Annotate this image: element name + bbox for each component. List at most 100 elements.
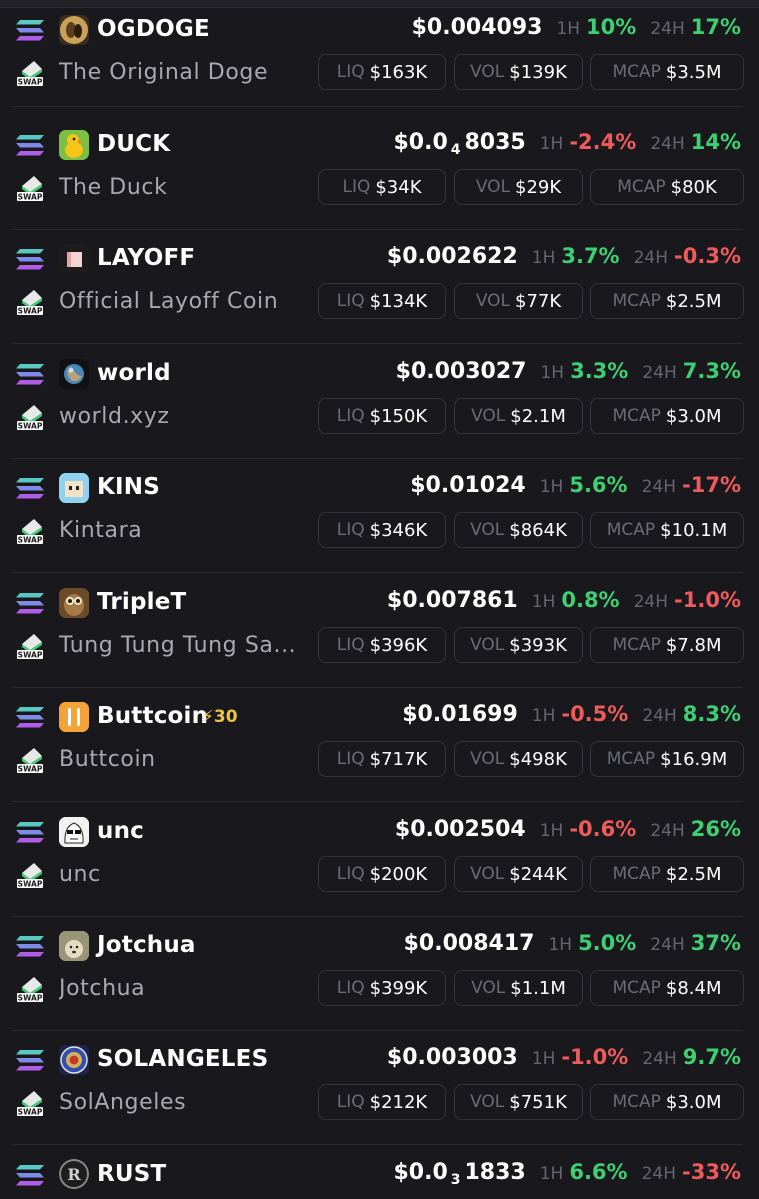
- swap-icon[interactable]: SWAP: [15, 515, 45, 545]
- price-line: $0.007861 1H 0.8% 24H -1.0%: [387, 588, 741, 613]
- timeframe-1h-label: 1H: [539, 1164, 564, 1184]
- token-name: Official Layoff Coin: [59, 289, 279, 314]
- token-ticker: OGDOGE: [97, 16, 210, 42]
- swap-icon[interactable]: SWAP: [15, 744, 45, 774]
- swap-label: SWAP: [18, 421, 43, 430]
- vol-value: $1.1M: [510, 977, 566, 999]
- swap-icon[interactable]: SWAP: [15, 172, 45, 202]
- timeframe-24h-label: 24H: [633, 248, 669, 268]
- volume-pill: VOL $864K: [454, 512, 583, 548]
- liquidity-pill: LIQ $396K: [318, 627, 446, 663]
- swap-icon[interactable]: SWAP: [15, 286, 45, 316]
- liq-label: LIQ: [336, 978, 365, 998]
- volume-pill: VOL $1.1M: [454, 970, 583, 1006]
- price-digits: 8035: [464, 130, 526, 155]
- solana-icon: [16, 822, 44, 843]
- swap-icon[interactable]: SWAP: [15, 401, 45, 431]
- change-1h: 0.8%: [561, 588, 620, 612]
- swap-label: SWAP: [18, 192, 43, 201]
- token-price: $0.0 4 8035: [393, 130, 525, 158]
- timeframe-1h-label: 1H: [539, 821, 564, 841]
- token-ticker: SOLANGELES: [97, 1046, 269, 1072]
- timeframe-24h-label: 24H: [633, 592, 669, 612]
- change-1h: 3.3%: [570, 359, 629, 383]
- swap-icon[interactable]: SWAP: [15, 973, 45, 1003]
- token-price: $0.003003: [386, 1045, 518, 1070]
- liquidity-pill: LIQ $34K: [318, 169, 446, 205]
- timeframe-24h-label: 24H: [642, 363, 677, 383]
- mcap-value: $3.0M: [665, 405, 722, 427]
- token-price: $0.01699: [402, 702, 518, 727]
- boost-badge: ⚡30: [202, 707, 238, 727]
- price-line: $0.01699 1H -0.5% 24H 8.3%: [402, 702, 741, 727]
- solana-icon: [16, 364, 44, 385]
- change-24h: -1.0%: [674, 588, 741, 612]
- price-line: $0.01024 1H 5.6% 24H -17%: [410, 473, 741, 498]
- swap-icon[interactable]: SWAP: [15, 630, 45, 660]
- price-zero-count: 4: [450, 142, 461, 159]
- vol-value: $139K: [509, 61, 567, 83]
- token-name: world.xyz: [59, 404, 170, 429]
- change-1h: 10%: [586, 15, 637, 39]
- change-24h: -33%: [682, 1160, 741, 1184]
- mcap-value: $10.1M: [660, 519, 728, 541]
- timeframe-24h-label: 24H: [641, 477, 677, 497]
- timeframe-24h-label: 24H: [641, 1164, 677, 1184]
- volume-pill: VOL $29K: [454, 169, 583, 205]
- token-name: Jotchua: [59, 976, 146, 1001]
- token-ticker: TripleT: [97, 589, 187, 615]
- token-ticker: DUCK: [97, 131, 171, 157]
- token-row[interactable]: OGDOGE $0.004093 1H 10% 24H 17% SWAP The…: [0, 0, 759, 115]
- mcap-value: $8.4M: [665, 977, 722, 999]
- token-row[interactable]: DUCK $0.0 4 8035 1H -2.4% 24H 14% SWAP The…: [0, 115, 759, 230]
- globe-icon: [59, 359, 89, 389]
- token-row[interactable]: KINS $0.01024 1H 5.6% 24H -17% SWAP Kint…: [0, 458, 759, 573]
- token-row[interactable]: TripleT $0.007861 1H 0.8% 24H -1.0% SWAP…: [0, 573, 759, 688]
- solana-icon: [16, 1165, 44, 1186]
- timeframe-24h-label: 24H: [642, 706, 677, 726]
- vol-value: $77K: [515, 290, 562, 312]
- liq-label: LIQ: [336, 635, 365, 655]
- swap-icon[interactable]: SWAP: [15, 57, 45, 87]
- swap-label: SWAP: [18, 77, 43, 86]
- price-line: $0.008417 1H 5.0% 24H 37%: [404, 931, 741, 956]
- mcap-value: $80K: [670, 176, 717, 198]
- change-24h: 14%: [690, 130, 741, 154]
- token-ticker: world: [97, 360, 171, 386]
- token-row[interactable]: R RUST $0.0 3 1833 1H 6.6% 24H -33%: [0, 1145, 759, 1199]
- timeframe-24h-label: 24H: [650, 134, 685, 154]
- price-zero-count: 3: [450, 1172, 461, 1189]
- market-cap-pill: MCAP $80K: [590, 169, 744, 205]
- change-24h: 17%: [690, 15, 741, 39]
- solana-icon: [16, 478, 44, 499]
- change-1h: 6.6%: [569, 1160, 628, 1184]
- token-row[interactable]: Jotchua $0.008417 1H 5.0% 24H 37% SWAP J…: [0, 916, 759, 1031]
- volume-pill: VOL $77K: [454, 283, 583, 319]
- token-row[interactable]: SOLANGELES $0.003003 1H -1.0% 24H 9.7% S…: [0, 1030, 759, 1145]
- market-cap-pill: MCAP $3.5M: [590, 54, 744, 90]
- timeframe-1h-label: 1H: [531, 1049, 556, 1069]
- liq-label: LIQ: [336, 1092, 365, 1112]
- token-row[interactable]: world $0.003027 1H 3.3% 24H 7.3% SWAP wo…: [0, 344, 759, 459]
- swap-icon[interactable]: SWAP: [15, 859, 45, 889]
- vol-label: VOL: [475, 177, 510, 197]
- swap-icon[interactable]: SWAP: [15, 1087, 45, 1117]
- timeframe-1h-label: 1H: [539, 477, 564, 497]
- liq-label: LIQ: [336, 62, 365, 82]
- timeframe-1h-label: 1H: [548, 935, 573, 955]
- timeframe-1h-label: 1H: [531, 706, 556, 726]
- token-price: $0.0 3 1833: [393, 1160, 525, 1188]
- liq-label: LIQ: [336, 749, 365, 769]
- duck-icon: [59, 130, 89, 160]
- price-line: $0.0 3 1833 1H 6.6% 24H -33%: [393, 1160, 741, 1188]
- liquidity-pill: LIQ $399K: [318, 970, 446, 1006]
- change-1h: -1.0%: [561, 1045, 629, 1069]
- token-row[interactable]: unc $0.002504 1H -0.6% 24H 26% SWAP unc …: [0, 802, 759, 917]
- owl-icon: [59, 588, 89, 618]
- mcap-label: MCAP: [606, 749, 656, 769]
- token-name: Kintara: [59, 518, 143, 543]
- change-24h: 7.3%: [682, 359, 741, 383]
- token-row[interactable]: Buttcoin ⚡30 $0.01699 1H -0.5% 24H 8.3% …: [0, 687, 759, 802]
- token-row[interactable]: LAYOFF $0.002622 1H 3.7% 24H -0.3% SWAP …: [0, 229, 759, 344]
- swap-label: SWAP: [18, 764, 43, 773]
